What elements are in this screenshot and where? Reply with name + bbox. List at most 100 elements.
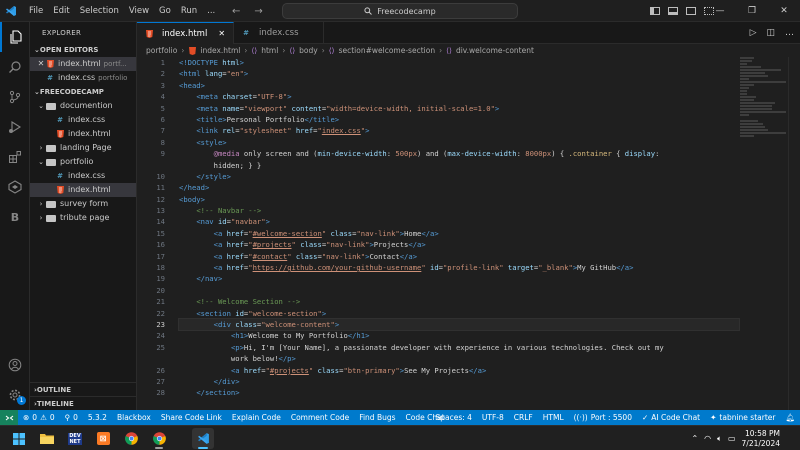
code-editor[interactable]: 1 2 3 4 5 6 7 8 9 10 11 12 13 14 15 16 1… — [137, 57, 800, 410]
chevron-up-icon[interactable]: ⌃ — [691, 434, 698, 443]
speaker-icon[interactable]: 🔈︎ — [717, 434, 722, 444]
tree-folder-tribute-page[interactable]: › tribute page — [30, 211, 136, 225]
blackbox-icon[interactable]: B — [0, 202, 30, 232]
chrome-icon[interactable] — [120, 428, 142, 449]
open-editors-header[interactable]: ⌄OPEN EDITORS — [30, 44, 136, 57]
settings-update-badge: 1 — [17, 396, 26, 405]
code-line: <style> — [196, 137, 227, 147]
code-line: <h1>Welcome to My Portfolio</h1> — [230, 331, 370, 341]
breadcrumb-item[interactable]: body — [299, 46, 318, 55]
timeline-header[interactable]: ›TIMELINE — [30, 396, 136, 410]
explorer-sidebar: EXPLORER ⌄OPEN EDITORS ✕ index.html portf… — [30, 22, 137, 410]
folder-icon — [46, 200, 56, 208]
tree-folder-survey-form[interactable]: › survey form — [30, 197, 136, 211]
sidebar-bottom-sections: ›OUTLINE ›TIMELINE — [30, 382, 136, 410]
close-window-button[interactable]: ✕ — [768, 0, 800, 22]
code-line: <a href="#projects" class="btn-primary">… — [230, 365, 487, 375]
tab-index-css[interactable]: # index.css — [234, 22, 324, 44]
vscode-logo-icon — [0, 0, 22, 22]
version-indicator[interactable]: 5.3.2 — [83, 413, 112, 422]
source-control-icon[interactable] — [0, 82, 30, 112]
tabnine-status[interactable]: ✦ tabnine starter — [705, 413, 780, 422]
blackbox-button[interactable]: Blackbox — [112, 413, 156, 422]
css-file-icon: # — [57, 115, 63, 124]
eol-indicator[interactable]: CRLF — [509, 413, 538, 422]
open-editor-index-html[interactable]: ✕ index.html portf... — [30, 57, 136, 71]
remote-explorer-icon[interactable] — [0, 172, 30, 202]
problems-indicator[interactable]: ⊗ 0 ⚠ 0 — [18, 413, 60, 422]
explorer-icon[interactable] — [0, 22, 30, 52]
tree-file-html-active[interactable]: index.html — [30, 183, 136, 197]
encoding-indicator[interactable]: UTF-8 — [477, 413, 509, 422]
ai-code-chat-button[interactable]: ✓ AI Code Chat — [637, 413, 705, 422]
explain-code-button[interactable]: Explain Code — [227, 413, 286, 422]
menu-more[interactable]: ... — [202, 0, 220, 22]
share-code-link-button[interactable]: Share Code Link — [156, 413, 227, 422]
element-icon: ⟨⟩ — [446, 46, 452, 55]
chevron-right-icon: › — [39, 200, 43, 208]
comment-code-button[interactable]: Comment Code — [286, 413, 354, 422]
xampp-icon[interactable]: ⊠ — [92, 428, 114, 449]
language-mode-indicator[interactable]: HTML — [538, 413, 569, 422]
toggle-primary-sidebar-icon[interactable] — [650, 7, 660, 15]
tree-folder-landing-page[interactable]: › landing Page — [30, 141, 136, 155]
toggle-secondary-sidebar-icon[interactable] — [686, 7, 696, 15]
account-icon[interactable] — [0, 350, 30, 380]
open-editor-index-css[interactable]: # index.css portfolio — [30, 71, 136, 85]
menu-go[interactable]: Go — [154, 0, 176, 22]
taskbar-clock[interactable]: 10:58 PM 7/21/2024 — [742, 429, 780, 449]
code-line: </head> — [179, 183, 210, 193]
run-debug-icon[interactable] — [0, 112, 30, 142]
live-server-port[interactable]: ((·)) Port : 5500 — [569, 413, 637, 422]
tree-folder-portfolio[interactable]: ⌄ portfolio — [30, 155, 136, 169]
more-actions-icon[interactable]: … — [785, 28, 794, 38]
search-icon[interactable] — [0, 52, 30, 82]
tab-index-html[interactable]: index.html ✕ — [137, 22, 235, 44]
code-content[interactable]: <!DOCTYPE html> <html lang="en"> <head> … — [178, 57, 740, 399]
code-line: <section id="welcome-section"> — [196, 308, 327, 318]
indentation-indicator[interactable]: Spaces: 4 — [430, 413, 476, 422]
extensions-icon[interactable] — [0, 142, 30, 172]
find-bugs-button[interactable]: Find Bugs — [354, 413, 400, 422]
remote-indicator[interactable] — [0, 410, 18, 425]
file-explorer-icon[interactable] — [36, 428, 58, 449]
vertical-scrollbar[interactable] — [788, 57, 800, 410]
back-arrow-icon[interactable]: ← — [232, 6, 240, 17]
notifications-bell-icon[interactable]: 🔔︎ — [780, 413, 800, 422]
minimize-button[interactable]: — — [704, 0, 736, 22]
ports-indicator[interactable]: ⚲ 0 — [60, 413, 83, 422]
close-icon[interactable]: ✕ — [36, 57, 46, 71]
tree-folder-documention[interactable]: ⌄ documention — [30, 99, 136, 113]
outline-header[interactable]: ›OUTLINE — [30, 382, 136, 396]
settings-gear-icon[interactable]: 1 — [0, 380, 30, 410]
menu-selection[interactable]: Selection — [75, 0, 124, 22]
command-center-search[interactable]: Freecodecamp — [282, 3, 518, 19]
breadcrumb-item[interactable]: portfolio — [146, 46, 177, 55]
breadcrumb-item[interactable]: section#welcome-section — [339, 46, 435, 55]
menu-edit[interactable]: Edit — [48, 0, 74, 22]
forward-arrow-icon[interactable]: → — [254, 6, 262, 17]
tree-file-css[interactable]: # index.css — [30, 169, 136, 183]
menu-view[interactable]: View — [124, 0, 154, 22]
html-file-icon — [46, 60, 54, 69]
windows-start-icon[interactable] — [8, 428, 30, 449]
tree-file-html[interactable]: index.html — [30, 127, 136, 141]
minimap[interactable] — [740, 57, 786, 177]
vscode-taskbar-icon[interactable] — [192, 428, 214, 449]
close-tab-icon[interactable]: ✕ — [218, 29, 225, 38]
toggle-panel-icon[interactable] — [668, 7, 678, 15]
battery-icon[interactable]: ▭ — [728, 434, 736, 443]
menu-run[interactable]: Run — [176, 0, 202, 22]
wifi-icon[interactable]: ◠ — [704, 434, 711, 443]
chrome-profile-icon[interactable] — [148, 428, 170, 449]
breadcrumb-item[interactable]: div.welcome-content — [456, 46, 534, 55]
breadcrumb-item[interactable]: html — [261, 46, 278, 55]
workspace-header[interactable]: ⌄FREECODECAMP — [30, 86, 136, 99]
menu-file[interactable]: File — [24, 0, 48, 22]
tree-file-css[interactable]: # index.css — [30, 113, 136, 127]
run-icon[interactable]: ▷ — [750, 28, 757, 38]
breadcrumb-item[interactable]: index.html — [200, 46, 240, 55]
dev-app-icon[interactable]: DEV NET — [64, 428, 86, 449]
restore-button[interactable]: ❐ — [736, 0, 768, 22]
split-editor-icon[interactable]: ◫ — [766, 28, 775, 38]
